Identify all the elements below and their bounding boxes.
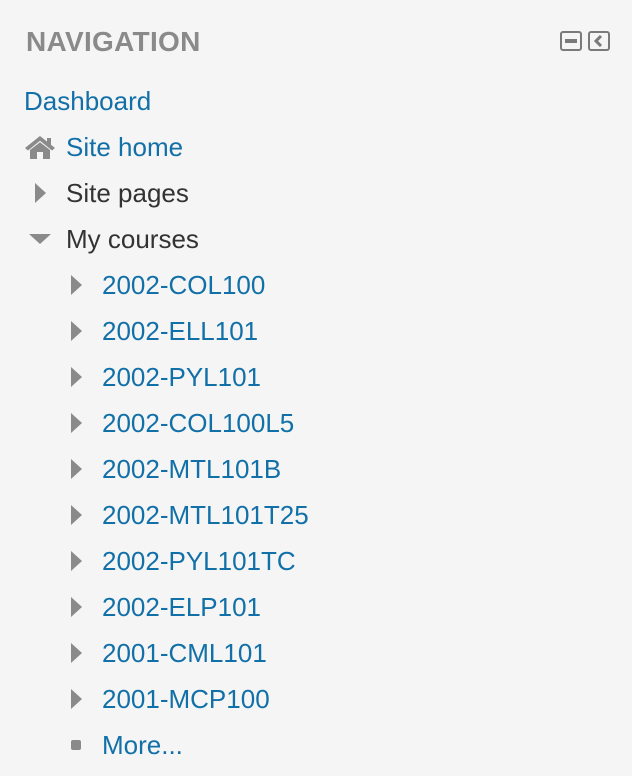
course-link[interactable]: 2002-MTL101T25 [102,492,309,538]
caret-right-icon[interactable] [60,676,92,722]
more-courses-link[interactable]: More... [102,722,183,768]
course-item: 2001-MCP100 [0,676,632,722]
caret-right-icon[interactable] [60,584,92,630]
block-title: NAVIGATION [26,26,201,57]
course-link[interactable]: 2002-COL100L5 [102,400,294,446]
caret-right-icon[interactable] [60,446,92,492]
course-link[interactable]: 2002-PYL101TC [102,538,296,584]
course-link[interactable]: 2002-MTL101B [102,446,281,492]
site-home-link[interactable]: Site home [66,124,183,170]
square-bullet-icon [60,722,92,768]
course-item: 2002-PYL101TC [0,538,632,584]
home-icon [24,124,56,170]
course-link[interactable]: 2001-CML101 [102,630,267,676]
navigation-tree: Dashboard Site home Site pages My course… [0,78,632,768]
course-link[interactable]: 2002-ELL101 [102,308,258,354]
dock-left-icon[interactable] [588,31,610,51]
course-item: 2002-COL100 [0,262,632,308]
caret-right-icon[interactable] [60,538,92,584]
caret-down-icon[interactable] [24,216,56,262]
course-item: 2002-COL100L5 [0,400,632,446]
caret-right-icon[interactable] [60,308,92,354]
caret-right-icon[interactable] [60,262,92,308]
course-link[interactable]: 2002-COL100 [102,262,265,308]
course-item: 2002-ELL101 [0,308,632,354]
course-link[interactable]: 2002-PYL101 [102,354,261,400]
course-link[interactable]: 2001-MCP100 [102,676,270,722]
nav-item-site-home: Site home [0,124,632,170]
block-controls [560,31,610,51]
course-link[interactable]: 2002-ELP101 [102,584,261,630]
nav-item-dashboard: Dashboard [0,78,632,124]
site-pages-label[interactable]: Site pages [66,170,189,216]
nav-item-my-courses[interactable]: My courses [0,216,632,262]
caret-right-icon[interactable] [60,400,92,446]
nav-item-site-pages[interactable]: Site pages [0,170,632,216]
block-header: NAVIGATION [26,22,610,62]
course-item: 2002-MTL101B [0,446,632,492]
nav-item-more: More... [0,722,632,768]
caret-right-icon[interactable] [60,492,92,538]
caret-right-icon[interactable] [60,630,92,676]
course-item: 2001-CML101 [0,630,632,676]
minus-square-icon[interactable] [560,31,582,51]
caret-right-icon[interactable] [60,354,92,400]
navigation-block: NAVIGATION Dashboard Site home Site page… [0,0,632,776]
course-item: 2002-PYL101 [0,354,632,400]
dashboard-link[interactable]: Dashboard [24,78,151,124]
course-item: 2002-ELP101 [0,584,632,630]
course-item: 2002-MTL101T25 [0,492,632,538]
my-courses-label[interactable]: My courses [66,216,199,262]
caret-right-icon[interactable] [24,170,56,216]
